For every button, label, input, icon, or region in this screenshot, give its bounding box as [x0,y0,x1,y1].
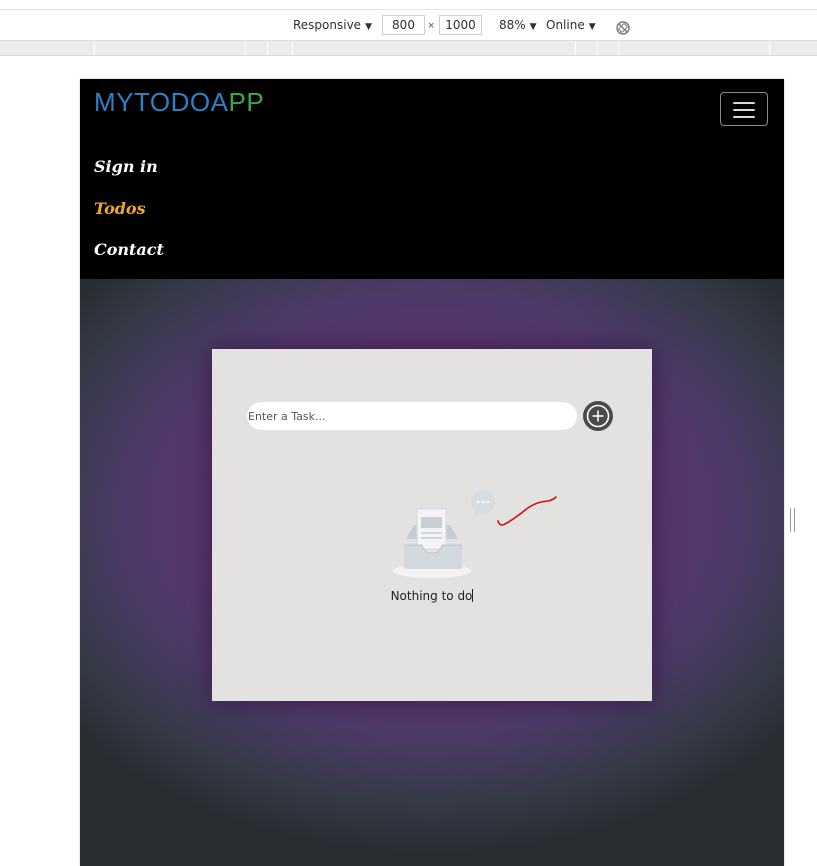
device-mode-label: Responsive [293,18,362,32]
viewport-resize-handle[interactable] [790,508,796,532]
network-throttle-select[interactable]: Online ▼ [546,10,596,40]
network-label: Online [546,18,585,32]
plus-circle-icon [586,404,610,428]
text-cursor [472,589,474,602]
zoom-label: 88% [499,18,526,32]
add-task-button[interactable] [583,401,613,431]
brand-text-part2: PP [228,87,265,117]
devtools-device-toolbar: Responsive ▼ 800 × 1000 88% ▼ Online ▼ [0,10,817,41]
chevron-down-icon: ▼ [529,22,537,32]
hamburger-menu-icon[interactable] [720,92,768,126]
nav-link-todos[interactable]: Todos [94,199,146,218]
task-input[interactable] [247,402,577,430]
chevron-down-icon: ▼ [365,22,372,32]
dimension-separator: × [428,20,435,32]
empty-state-text: Nothing to do [382,589,482,603]
nav-link-sign-in[interactable]: Sign in [94,157,158,176]
device-viewport: MYTODOAPP Sign in Todos Contact Enter a … [80,79,784,866]
empty-state-label: Nothing to do [390,589,473,603]
nav-link-contact[interactable]: Contact [94,240,164,259]
main-content: Nothing to do [80,279,784,866]
navbar: MYTODOAPP Sign in Todos Contact [80,79,784,279]
brand-logo[interactable]: MYTODOAPP [94,87,264,118]
zoom-select[interactable]: 88% ▼ [499,10,537,40]
viewport-width-input[interactable]: 800 [382,15,425,35]
viewport-height-input[interactable]: 1000 [439,15,482,35]
media-query-ruler[interactable] [0,41,817,56]
rotate-disabled-icon[interactable] [615,17,631,35]
browser-top-edge [0,0,817,10]
todo-card: Nothing to do [212,349,652,701]
brand-text-part1: MYTODOA [94,87,229,117]
chevron-down-icon: ▼ [588,22,596,32]
handwritten-check-mark-icon [497,496,557,526]
device-mode-select[interactable]: Responsive ▼ [293,10,372,40]
